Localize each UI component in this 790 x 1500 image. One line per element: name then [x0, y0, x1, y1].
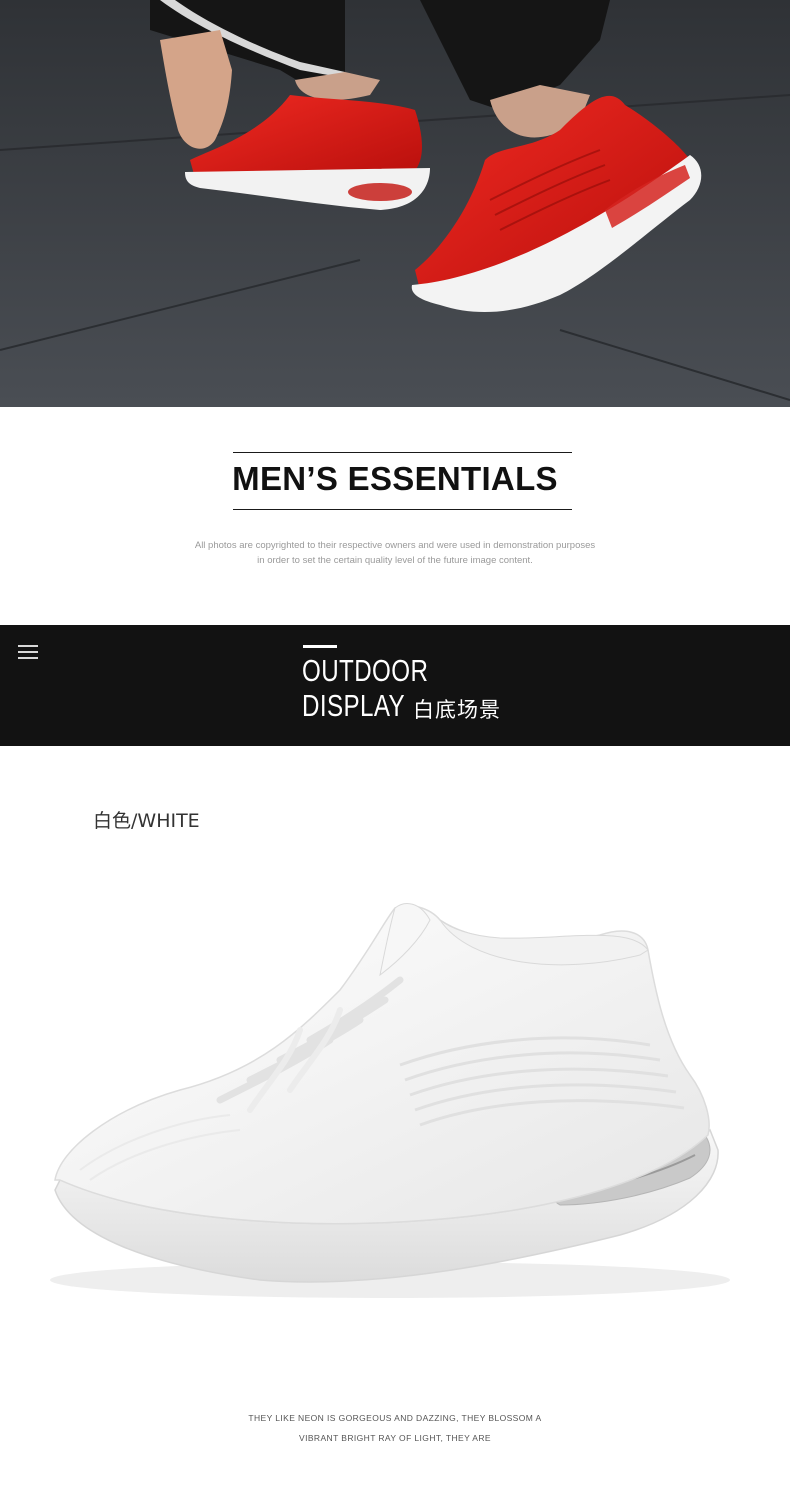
section-title: MEN’S ESSENTIALS — [232, 460, 558, 497]
banner-accent-bar — [303, 645, 337, 648]
banner-heading-line-1: OUTDOOR — [302, 653, 429, 688]
disclaimer-line-1: All photos are copyrighted to their resp… — [194, 540, 596, 551]
tagline-line-1: THEY LIKE NEON IS GORGEOUS AND DAZZING, … — [248, 1413, 542, 1423]
hamburger-menu-icon[interactable] — [18, 645, 38, 659]
product-photo — [0, 880, 790, 1340]
title-top-rule — [233, 452, 572, 453]
tagline-line-2: VIBRANT BRIGHT RAY OF LIGHT, THEY ARE — [299, 1433, 491, 1443]
color-label: 白色/WHITE — [93, 810, 200, 832]
red-sneakers-photo-icon — [0, 0, 790, 407]
disclaimer-line-2: in order to set the certain quality leve… — [257, 555, 533, 566]
title-bottom-rule — [233, 509, 572, 510]
banner-heading-line-2: DISPLAY — [302, 688, 406, 723]
hero-photo — [0, 0, 790, 407]
banner-subtitle-cn: 白底场景 — [413, 698, 501, 722]
white-sneaker-photo-icon — [50, 903, 730, 1298]
